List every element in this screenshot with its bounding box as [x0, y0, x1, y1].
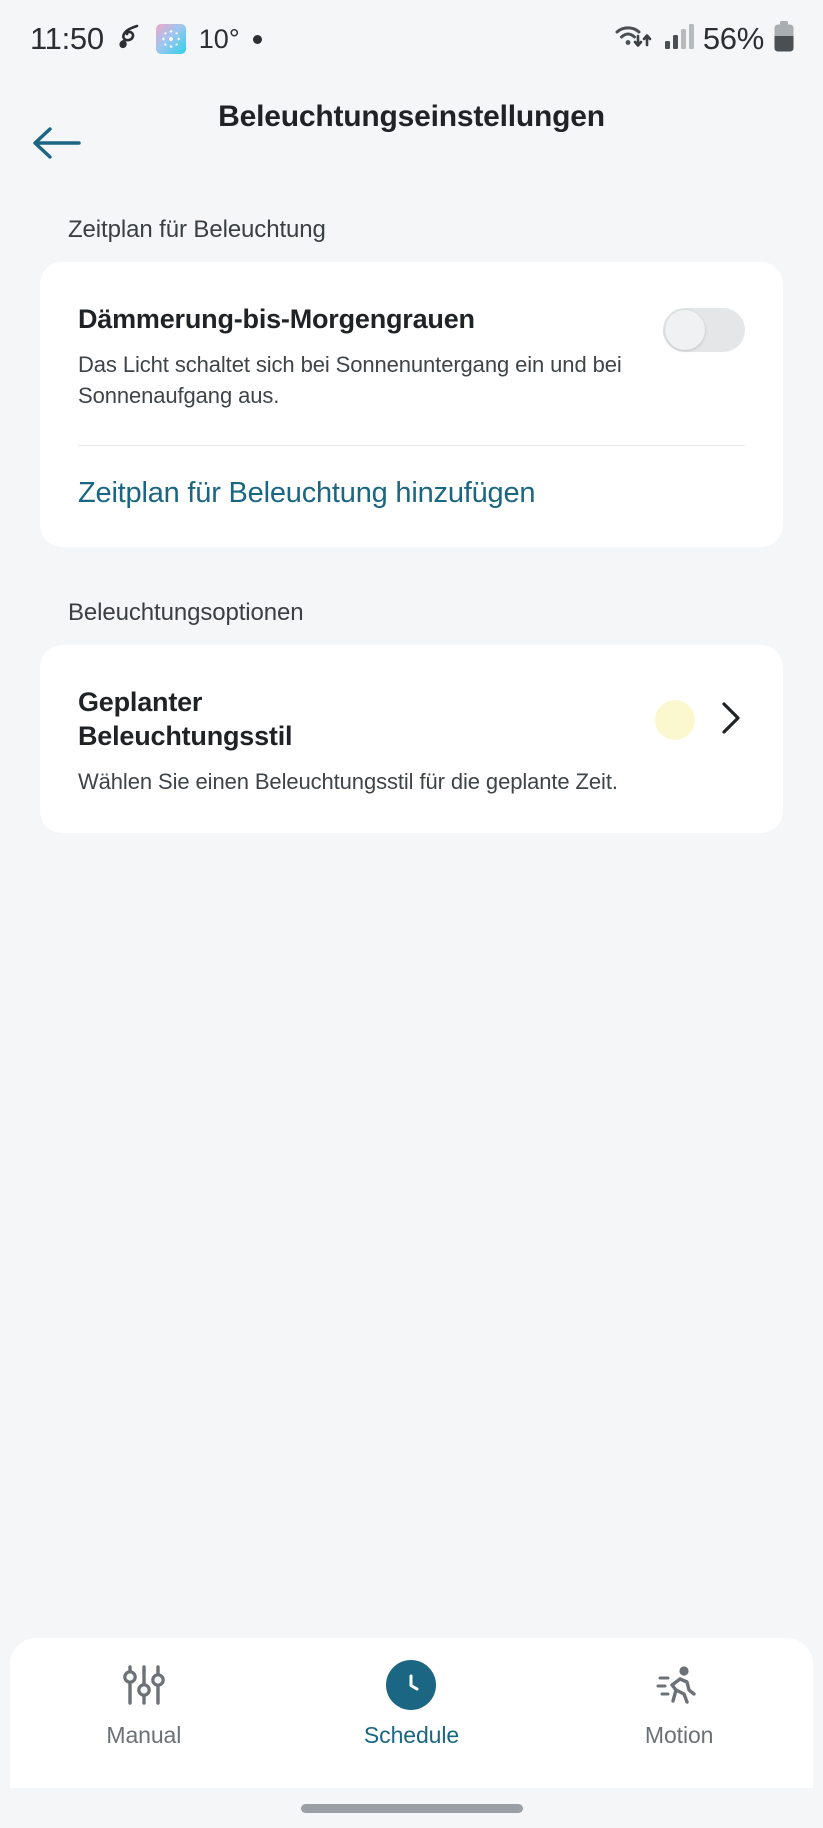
- status-time: 11:50: [30, 21, 104, 56]
- status-bar: 11:50 10° 56%: [0, 0, 823, 78]
- battery-icon: [773, 20, 795, 58]
- lighting-color-swatch[interactable]: [655, 700, 695, 741]
- card-scheduled-style: Geplanter Beleuchtungsstil Wählen Sie ei…: [40, 644, 783, 833]
- running-person-icon: [651, 1660, 707, 1710]
- dot-indicator-icon: [252, 34, 262, 44]
- chevron-right-icon[interactable]: [717, 699, 745, 742]
- home-indicator-area: [0, 1788, 823, 1828]
- section-label-schedule: Zeitplan für Beleuchtung: [68, 216, 326, 243]
- back-arrow-icon: [29, 121, 85, 170]
- add-lighting-schedule-label: Zeitplan für Beleuchtung hinzufügen: [78, 477, 536, 510]
- scheduled-style-controls: [655, 699, 745, 742]
- clock-icon: [386, 1660, 437, 1710]
- main-content: Zeitplan für Beleuchtung Dämmerung-bis-M…: [0, 190, 823, 1638]
- page-header: Beleuchtungseinstellungen: [0, 78, 823, 190]
- status-battery-percent: 56%: [702, 21, 764, 56]
- page-title: Beleuchtungseinstellungen: [218, 100, 605, 133]
- nav-item-motion[interactable]: Motion: [579, 1660, 779, 1749]
- nav-label-manual: Manual: [106, 1722, 182, 1748]
- add-lighting-schedule-link[interactable]: Zeitplan für Beleuchtung hinzufügen: [78, 446, 745, 547]
- scheduled-lighting-style-row[interactable]: Geplanter Beleuchtungsstil Wählen Sie ei…: [78, 645, 745, 833]
- sliders-icon: [116, 1660, 172, 1710]
- nav-label-schedule: Schedule: [363, 1722, 460, 1748]
- dusk-to-dawn-row: Dämmerung-bis-Morgengrauen Das Licht sch…: [78, 262, 745, 445]
- scheduled-style-title: Geplanter Beleuchtungsstil: [78, 686, 293, 752]
- dusk-to-dawn-description: Das Licht schaltet sich bei Sonnenunterg…: [78, 351, 622, 408]
- scheduled-style-description: Wählen Sie einen Beleuchtungsstil für di…: [78, 768, 618, 794]
- wifi-data-transfer-icon: [613, 21, 655, 58]
- status-bar-left: 11:50 10°: [30, 21, 262, 57]
- app-badge-icon: [155, 24, 186, 54]
- bottom-navigation: Manual Schedule Motion: [10, 1638, 813, 1788]
- card-dusk-to-dawn: Dämmerung-bis-Morgengrauen Das Licht sch…: [40, 262, 783, 547]
- music-note-icon: [117, 23, 143, 56]
- phone-screen: 11:50 10° 56% Beleuchtungseinstellungen …: [0, 0, 823, 1828]
- status-bar-right: 56%: [613, 20, 795, 58]
- nav-item-schedule[interactable]: Schedule: [311, 1660, 511, 1749]
- toggle-knob: [665, 310, 705, 350]
- dusk-to-dawn-text: Dämmerung-bis-Morgengrauen Das Licht sch…: [78, 302, 645, 411]
- home-indicator[interactable]: [300, 1803, 523, 1813]
- dusk-to-dawn-title: Dämmerung-bis-Morgengrauen: [78, 304, 475, 334]
- section-label-options: Beleuchtungsoptionen: [68, 598, 304, 626]
- nav-item-manual[interactable]: Manual: [44, 1660, 244, 1749]
- back-button[interactable]: [26, 114, 88, 176]
- status-temperature: 10°: [198, 23, 240, 54]
- dusk-to-dawn-toggle[interactable]: [663, 308, 745, 352]
- nav-label-motion: Motion: [644, 1722, 714, 1748]
- cellular-signal-icon: [664, 23, 694, 56]
- scheduled-style-text: Geplanter Beleuchtungsstil Wählen Sie ei…: [78, 685, 641, 797]
